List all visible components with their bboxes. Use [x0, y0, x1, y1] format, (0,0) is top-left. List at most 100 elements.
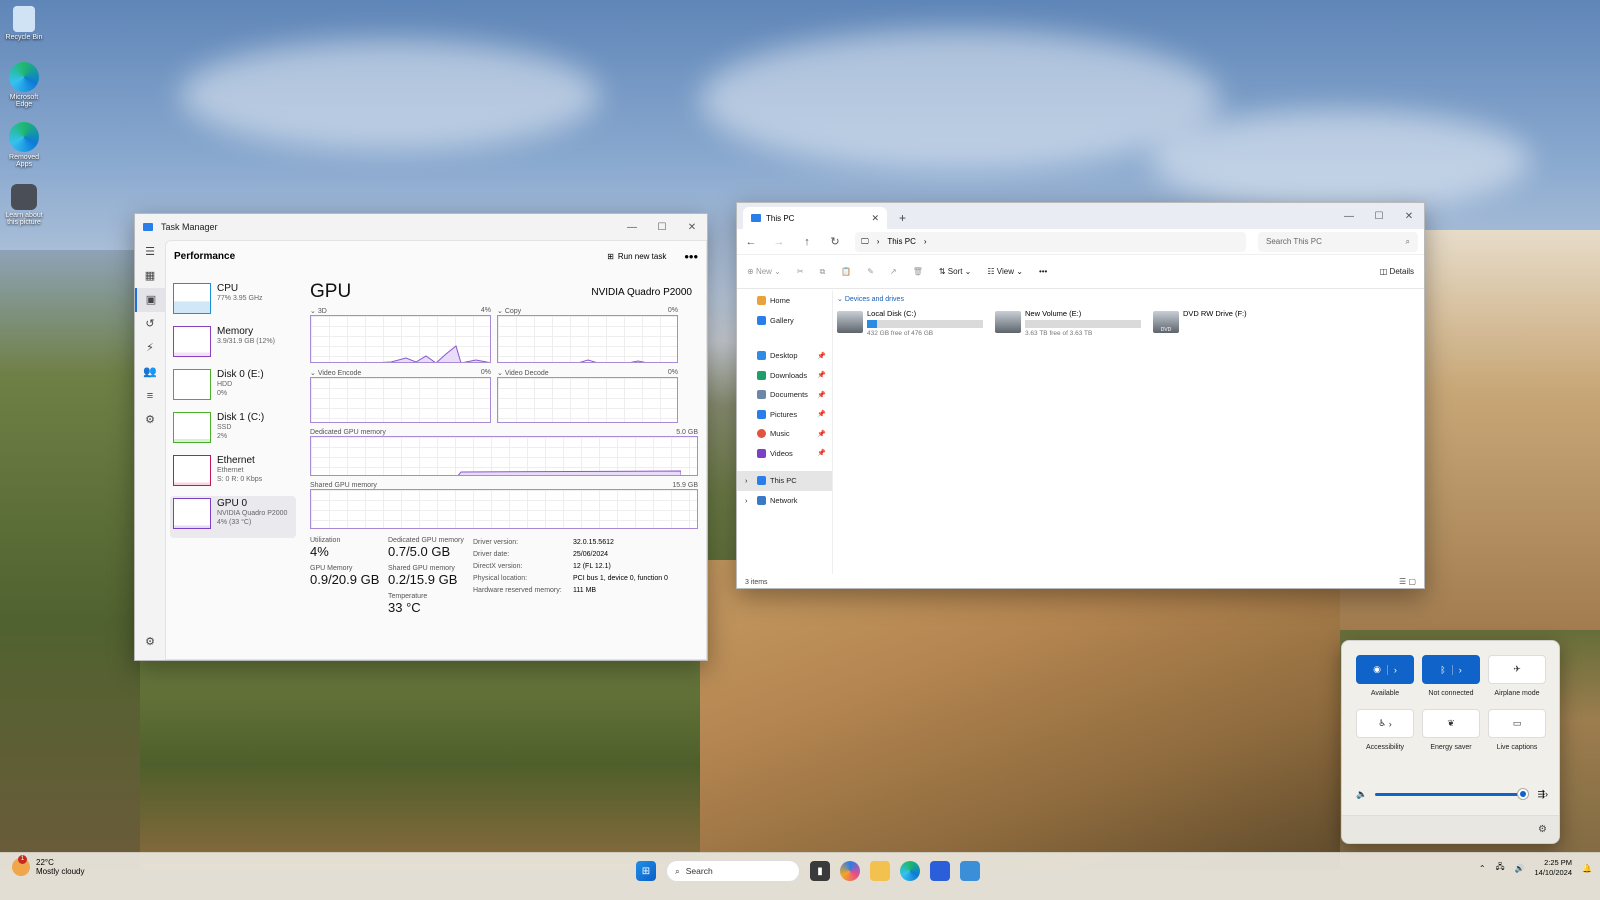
nav-this-pc[interactable]: › This PC [737, 471, 832, 491]
see-more-icon[interactable]: ••• [1039, 267, 1047, 276]
network-icon[interactable]: 🖧 [1496, 861, 1505, 875]
tab-this-pc[interactable]: This PC ✕ [743, 207, 887, 229]
drive-e[interactable]: New Volume (E:) 3.63 TB free of 3.63 TB [995, 309, 1143, 337]
store-icon[interactable] [930, 861, 950, 881]
tile-bluetooth[interactable]: ᛒ › Not connected [1422, 655, 1480, 697]
task-manager-icon[interactable] [960, 861, 980, 881]
navigation-pane: Home Gallery Desktop 📌 Downloads 📌 Documen… [737, 291, 833, 574]
view-button[interactable]: ☷ View ⌄ [987, 267, 1023, 276]
desktop-icon-removed-apps[interactable]: Removed Apps [4, 122, 44, 168]
clock[interactable]: 2:25 PM 14/10/2024 [1534, 858, 1572, 878]
graph-decode-label[interactable]: ⌄ Video Decode [497, 369, 549, 377]
users-icon[interactable]: 👥 [135, 360, 165, 384]
perf-item-disk1[interactable]: Disk 1 (C:) SSD 2% [170, 410, 296, 452]
chevron-up-icon[interactable]: ⌃ [1479, 864, 1486, 873]
nav-music[interactable]: Music 📌 [737, 424, 832, 444]
copilot-icon[interactable] [840, 861, 860, 881]
forward-icon[interactable]: → [771, 236, 787, 248]
nav-downloads[interactable]: Downloads 📌 [737, 366, 832, 386]
new-tab-button[interactable]: + [887, 207, 918, 229]
task-view-icon[interactable]: ▮ [810, 861, 830, 881]
new-button[interactable]: ⊕ New ⌄ [747, 267, 781, 276]
shared-memory-stat-label: Shared GPU memory [388, 565, 455, 572]
tile-wifi[interactable]: ◉ › Available [1356, 655, 1414, 697]
tile-energy-saver[interactable]: ❦ Energy saver [1422, 709, 1480, 751]
close-button[interactable]: ✕ [677, 222, 707, 233]
edge-icon[interactable] [900, 861, 920, 881]
volume-slider-knob[interactable] [1518, 789, 1529, 799]
hamburger-menu-icon[interactable]: ☰ [135, 240, 165, 264]
address-bar[interactable]: 🖵 › This PC › [855, 231, 1246, 252]
processes-icon[interactable]: ▦ [135, 264, 165, 288]
tile-live-captions[interactable]: ▭ Live captions [1488, 709, 1546, 751]
volume-slider[interactable] [1375, 789, 1530, 799]
back-icon[interactable]: ← [743, 236, 759, 248]
speaker-icon[interactable]: 🔈 [1356, 789, 1367, 800]
drive-c[interactable]: Local Disk (C:) 432 GB free of 476 GB [837, 309, 985, 337]
nav-desktop[interactable]: Desktop 📌 [737, 346, 832, 366]
nav-home[interactable]: Home [737, 291, 832, 311]
sort-button[interactable]: ⇅ Sort ⌄ [939, 267, 972, 276]
more-options-button[interactable]: ••• [684, 249, 698, 264]
taskbar-search[interactable]: ⌕ Search [666, 860, 800, 882]
app-history-icon[interactable]: ↺ [135, 312, 165, 336]
file-explorer-icon[interactable] [870, 861, 890, 881]
maximize-button[interactable]: ☐ [1364, 211, 1394, 222]
delete-icon[interactable]: 🗑 [913, 267, 923, 276]
details-button[interactable]: ◫ Details [1380, 267, 1414, 276]
perf-item-disk0[interactable]: Disk 0 (E:) HDD 0% [170, 367, 296, 409]
nav-gallery[interactable]: Gallery [737, 311, 832, 331]
up-icon[interactable]: ↑ [799, 236, 815, 248]
minimize-button[interactable]: — [617, 222, 647, 233]
copy-icon[interactable]: ⧉ [820, 267, 826, 277]
perf-item-cpu[interactable]: CPU 77% 3.95 GHz [170, 281, 296, 323]
close-tab-icon[interactable]: ✕ [871, 213, 879, 224]
nav-videos[interactable]: Videos 📌 [737, 444, 832, 464]
paste-icon[interactable]: 📋 [841, 267, 851, 276]
search-input[interactable]: Search This PC ⌕ [1258, 231, 1418, 252]
maximize-button[interactable]: ☐ [647, 222, 677, 233]
tile-accessibility[interactable]: ♿ › Accessibility [1356, 709, 1414, 751]
weather-widget[interactable]: 1 22°C Mostly cloudy [12, 855, 84, 876]
startup-apps-icon[interactable]: ⚡ [135, 336, 165, 360]
services-icon[interactable]: ⚙ [135, 408, 165, 432]
view-toggle[interactable]: ☰ ▢ [1399, 577, 1416, 586]
details-icon[interactable]: ≡ [135, 384, 165, 408]
group-header[interactable]: ⌄ Devices and drives [837, 295, 1418, 303]
cut-icon[interactable]: ✂ [797, 267, 804, 276]
volume-icon[interactable]: 🔊 [1515, 864, 1525, 873]
settings-icon[interactable]: ⚙ [135, 630, 165, 654]
documents-icon [757, 390, 766, 400]
notification-bell-icon[interactable]: 🔔 [1582, 864, 1592, 873]
close-button[interactable]: ✕ [1394, 211, 1424, 222]
breadcrumb-this-pc[interactable]: This PC [887, 237, 915, 246]
settings-gear-icon[interactable]: ⚙ [1538, 824, 1547, 835]
graph-encode-label[interactable]: ⌄ Video Encode [310, 369, 361, 377]
performance-icon[interactable]: ▣ [135, 288, 165, 312]
nav-documents[interactable]: Documents 📌 [737, 385, 832, 405]
chevron-right-icon[interactable]: › [924, 237, 927, 246]
drive-f[interactable]: DVD DVD RW Drive (F:) [1153, 309, 1301, 337]
rename-icon[interactable]: ✎ [867, 267, 874, 276]
start-button[interactable]: ⊞ [636, 861, 656, 881]
nav-pictures[interactable]: Pictures 📌 [737, 405, 832, 425]
task-manager-titlebar[interactable]: Task Manager — ☐ ✕ [135, 214, 707, 240]
desktop-icon-recycle-bin[interactable]: Recycle Bin [4, 6, 44, 41]
explorer-tabbar[interactable]: This PC ✕ + — ☐ ✕ [737, 203, 1424, 229]
nav-network[interactable]: › Network [737, 491, 832, 511]
graph-copy-label[interactable]: ⌄ Copy [497, 307, 521, 315]
utilization-value: 4% [310, 544, 329, 559]
share-icon[interactable]: ↗ [890, 267, 897, 276]
tile-airplane[interactable]: ✈ Airplane mode [1488, 655, 1546, 697]
desktop-icon-edge[interactable]: Microsoft Edge [4, 62, 44, 108]
audio-output-icon[interactable]: ⇶› [1537, 789, 1548, 800]
run-new-task-button[interactable]: ⊞ Run new task [607, 252, 666, 261]
minimize-button[interactable]: — [1334, 211, 1364, 222]
perf-item-memory[interactable]: Memory 3.9/31.9 GB (12%) [170, 324, 296, 366]
desktop-icon-learn-picture[interactable]: Learn about this picture [4, 184, 44, 226]
graph-3d-label[interactable]: ⌄ 3D [310, 307, 327, 315]
perf-item-ethernet[interactable]: Ethernet Ethernet S: 0 R: 0 Kbps [170, 453, 296, 495]
perf-item-gpu0[interactable]: GPU 0 NVIDIA Quadro P2000 4% (33 °C) [170, 496, 296, 538]
pin-icon: 📌 [817, 352, 826, 360]
refresh-icon[interactable]: ↻ [827, 235, 843, 248]
